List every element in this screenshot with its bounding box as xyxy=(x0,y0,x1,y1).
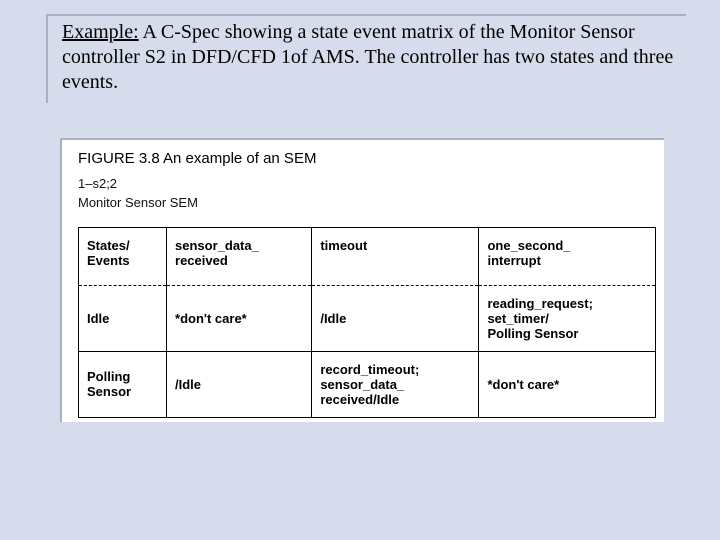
cell-c2: /Idle xyxy=(312,285,479,351)
table-header-row: States/Events sensor_data_received timeo… xyxy=(79,227,656,285)
figure-meta-line2: Monitor Sensor SEM xyxy=(78,194,656,213)
figure-meta: 1–s2;2 Monitor Sensor SEM xyxy=(78,175,656,213)
cell-c3: reading_request;set_timer/Polling Sensor xyxy=(479,285,656,351)
intro-paragraph: Example: A C-Spec showing a state event … xyxy=(62,20,678,95)
cell-c2: record_timeout;sensor_data_received/Idle xyxy=(312,351,479,417)
intro-prefix: Example: xyxy=(62,21,139,43)
table-row: Idle *don't care* /Idle reading_request;… xyxy=(79,285,656,351)
cell-c3: *don't care* xyxy=(479,351,656,417)
intro-body: A C-Spec showing a state event matrix of… xyxy=(62,21,673,93)
header-timeout: timeout xyxy=(312,227,479,285)
cell-state: PollingSensor xyxy=(79,351,167,417)
intro-text-block: Example: A C-Spec showing a state event … xyxy=(46,14,686,103)
table-row: PollingSensor /Idle record_timeout;senso… xyxy=(79,351,656,417)
header-one-second-interrupt: one_second_interrupt xyxy=(479,227,656,285)
cell-state: Idle xyxy=(79,285,167,351)
header-sensor-data-received: sensor_data_received xyxy=(167,227,312,285)
figure-caption: FIGURE 3.8 An example of an SEM xyxy=(78,150,656,167)
figure-container: FIGURE 3.8 An example of an SEM 1–s2;2 M… xyxy=(60,138,664,422)
cell-c1: /Idle xyxy=(167,351,312,417)
figure-meta-line1: 1–s2;2 xyxy=(78,175,656,194)
sem-table: States/Events sensor_data_received timeo… xyxy=(78,227,656,418)
cell-c1: *don't care* xyxy=(167,285,312,351)
header-states-events: States/Events xyxy=(79,227,167,285)
